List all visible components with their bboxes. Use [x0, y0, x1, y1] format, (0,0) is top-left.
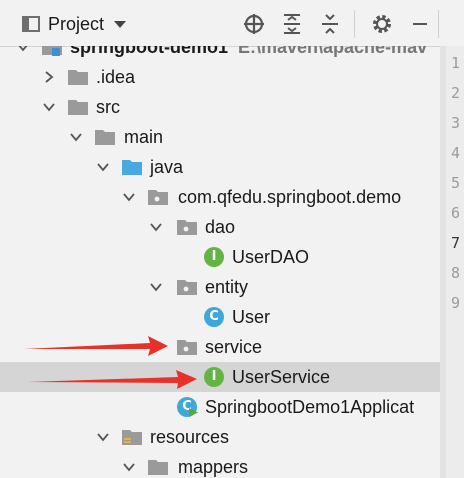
tree-node-label: java — [150, 157, 184, 177]
tree-node-label: mappers — [178, 457, 249, 477]
package-icon — [177, 340, 197, 355]
editor-gutter: 1 2 3 4 5 6 7 8 9 — [440, 46, 464, 478]
tree-node-dao[interactable]: dao — [0, 212, 440, 242]
chevron-down-icon[interactable] — [97, 431, 109, 443]
chevron-down-icon[interactable] — [123, 191, 135, 203]
project-toolbar: Project — [0, 0, 464, 47]
current-line-number: 7 — [451, 234, 461, 252]
tree-node-java[interactable]: java — [0, 152, 440, 182]
tree-node-package-root[interactable]: com.qfedu.springboot.demo — [0, 182, 440, 212]
folder-icon — [148, 460, 168, 475]
run-marker-icon — [189, 408, 198, 417]
tree-node-idea[interactable]: .idea — [0, 62, 440, 92]
resources-folder-icon — [122, 430, 142, 445]
class-icon: C — [204, 307, 224, 327]
interface-icon: I — [204, 247, 224, 267]
tree-node-label: main — [124, 127, 164, 147]
tree-node-label: dao — [205, 217, 236, 237]
project-view-selector[interactable]: Project — [22, 13, 127, 35]
tree-node-resources[interactable]: resources — [0, 422, 440, 452]
line-number: 1 — [451, 54, 461, 72]
chevron-down-icon[interactable] — [150, 221, 162, 233]
chevron-down-icon[interactable] — [70, 131, 82, 143]
module-name: springboot-demo1 E:\maven\apache-mav — [70, 46, 427, 59]
module-label: springboot-demo1 — [70, 46, 228, 57]
chevron-down-icon[interactable] — [123, 461, 135, 473]
chevron-down-icon[interactable] — [17, 46, 29, 53]
line-number: 8 — [451, 264, 461, 282]
tree-node-label: SpringbootDemo1Applicat — [205, 397, 415, 417]
line-number: 4 — [451, 144, 461, 162]
chevron-down-icon[interactable] — [43, 101, 55, 113]
folder-icon — [68, 70, 88, 85]
folder-icon — [68, 100, 88, 115]
tree-node-userdao[interactable]: I UserDAO — [0, 242, 440, 272]
tree-node-user[interactable]: C User — [0, 302, 440, 332]
package-icon — [148, 190, 168, 205]
tree-node-entity[interactable]: entity — [0, 272, 440, 302]
line-number: 3 — [451, 114, 461, 132]
chevron-down-icon[interactable] — [150, 281, 162, 293]
interface-icon: I — [204, 367, 224, 387]
tree-node-module[interactable]: springboot-demo1 E:\maven\apache-mav — [0, 46, 440, 62]
settings-icon[interactable] — [370, 12, 394, 36]
tree-scrollbar[interactable] — [440, 46, 446, 478]
locate-icon[interactable] — [242, 12, 266, 36]
tree-node-main[interactable]: main — [0, 122, 440, 152]
tree-node-mappers[interactable]: mappers — [0, 452, 440, 478]
package-icon — [177, 280, 197, 295]
tree-node-label: resources — [150, 427, 230, 447]
annotation-arrow — [28, 370, 197, 389]
chevron-right-icon[interactable] — [43, 71, 55, 83]
package-icon — [177, 220, 197, 235]
tree-node-application[interactable]: C SpringbootDemo1Applicat — [0, 392, 440, 422]
expand-all-icon[interactable] — [280, 12, 304, 36]
line-number: 9 — [451, 294, 461, 312]
toolbar-divider — [354, 10, 355, 38]
chevron-down-icon[interactable] — [97, 161, 109, 173]
tree-node-label: UserService — [232, 367, 331, 387]
module-path: E:\maven\apache-mav — [238, 46, 428, 57]
annotation-arrow — [24, 336, 168, 356]
tree-node-label: com.qfedu.springboot.demo — [178, 187, 402, 207]
toolbar-divider — [438, 10, 439, 38]
line-number: 5 — [451, 174, 461, 192]
line-number: 6 — [451, 204, 461, 222]
project-panel-icon — [22, 16, 40, 32]
tree-node-label: UserDAO — [232, 247, 310, 267]
chevron-down-icon — [114, 20, 127, 28]
tree-node-src[interactable]: src — [0, 92, 440, 122]
line-number: 2 — [451, 84, 461, 102]
source-folder-icon — [122, 160, 142, 175]
tree-node-label: service — [205, 337, 263, 357]
collapse-all-icon[interactable] — [318, 12, 342, 36]
tree-node-label: .idea — [96, 67, 136, 87]
project-tree: springboot-demo1 E:\maven\apache-mav .ide… — [0, 46, 440, 478]
project-view-title: Project — [48, 13, 105, 34]
module-folder-icon — [42, 46, 62, 56]
tree-node-label: User — [232, 307, 271, 327]
hide-panel-icon[interactable] — [408, 12, 432, 36]
tree-node-label: entity — [205, 277, 249, 297]
folder-icon — [95, 130, 115, 145]
tree-node-label: src — [96, 97, 120, 117]
